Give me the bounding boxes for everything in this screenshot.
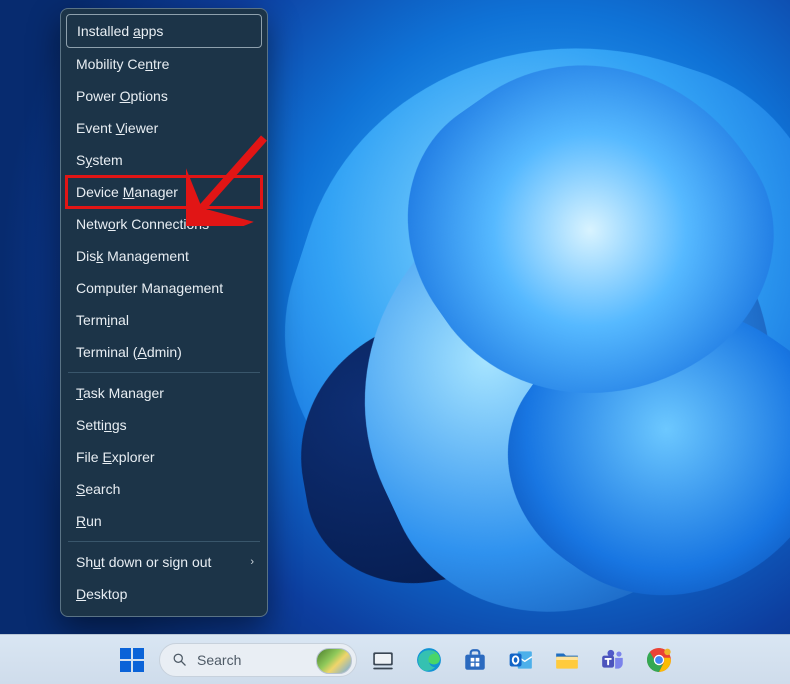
wallpaper-petal (461, 241, 790, 659)
outlook-icon[interactable] (501, 640, 541, 680)
chrome-icon[interactable] (639, 640, 679, 680)
search-placeholder: Search (197, 652, 241, 668)
menu-item-terminal[interactable]: Terminal (66, 304, 262, 336)
search-highlights-thumb[interactable] (316, 648, 352, 674)
menu-item-computer-management[interactable]: Computer Management (66, 272, 262, 304)
menu-item-task-manager[interactable]: Task Manager (66, 377, 262, 409)
start-button[interactable] (111, 639, 153, 681)
taskbar: Search (0, 634, 790, 684)
menu-item-power-options[interactable]: Power Options (66, 80, 262, 112)
menu-item-shut-down[interactable]: Shut down or sign out› (66, 546, 262, 578)
taskbar-search[interactable]: Search (159, 643, 357, 677)
wallpaper-petal (291, 111, 790, 669)
menu-item-run[interactable]: Run (66, 505, 262, 537)
wallpaper-petal (279, 299, 580, 600)
file-explorer-icon[interactable] (547, 640, 587, 680)
menu-item-settings[interactable]: Settings (66, 409, 262, 441)
menu-item-mobility-centre[interactable]: Mobility Centre (66, 48, 262, 80)
edge-icon[interactable] (409, 640, 449, 680)
menu-item-device-manager[interactable]: Device Manager (66, 176, 262, 208)
menu-item-installed-apps[interactable]: Installed apps (66, 14, 262, 48)
menu-separator (68, 541, 260, 542)
menu-item-disk-management[interactable]: Disk Management (66, 240, 262, 272)
microsoft-store-icon[interactable] (455, 640, 495, 680)
menu-item-search[interactable]: Search (66, 473, 262, 505)
winx-context-menu: Installed appsMobility CentrePower Optio… (60, 8, 268, 617)
menu-item-file-explorer[interactable]: File Explorer (66, 441, 262, 473)
teams-icon[interactable] (593, 640, 633, 680)
menu-item-system[interactable]: System (66, 144, 262, 176)
task-view-icon[interactable] (363, 640, 403, 680)
menu-separator (68, 372, 260, 373)
wallpaper-petal (353, 0, 790, 467)
menu-item-desktop[interactable]: Desktop (66, 578, 262, 610)
menu-item-event-viewer[interactable]: Event Viewer (66, 112, 262, 144)
wallpaper-petal (232, 0, 790, 628)
windows-logo-icon (120, 648, 144, 672)
menu-item-network-connections[interactable]: Network Connections (66, 208, 262, 240)
menu-item-terminal-admin[interactable]: Terminal (Admin) (66, 336, 262, 368)
chevron-right-icon: › (250, 553, 254, 571)
search-icon (172, 652, 187, 667)
